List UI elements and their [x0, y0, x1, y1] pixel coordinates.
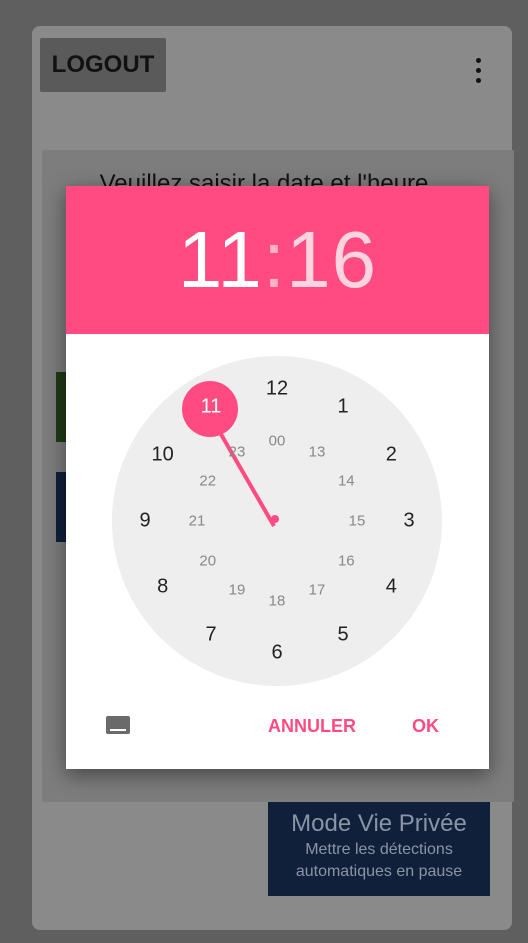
- time-display: 11:16: [66, 214, 489, 306]
- keyboard-icon[interactable]: [106, 716, 130, 734]
- privacy-mode-title: Mode Vie Privée: [291, 810, 467, 837]
- hour-10[interactable]: 10: [152, 444, 174, 467]
- logout-button[interactable]: LOGOUT: [40, 38, 166, 92]
- navy-tile-stub: [56, 472, 66, 542]
- hour-6[interactable]: 6: [271, 642, 282, 665]
- privacy-mode-tile[interactable]: Mode Vie Privée Mettre les détections au…: [268, 802, 490, 896]
- hour-15[interactable]: 15: [349, 513, 366, 530]
- clock-center: [271, 515, 279, 523]
- hour-1[interactable]: 1: [337, 395, 348, 418]
- privacy-mode-subtitle-2: automatiques en pause: [295, 863, 463, 880]
- clock-face[interactable]: 12 1 2 3 4 5 6 7 8 9 10 11 00 13 14 15 16 17 18 19 20 21 22 23: [112, 356, 442, 686]
- hour-16[interactable]: 16: [338, 553, 355, 570]
- hour-9[interactable]: 9: [139, 510, 150, 533]
- hour-18[interactable]: 18: [269, 593, 286, 610]
- hour-display[interactable]: 11: [178, 215, 263, 304]
- hour-14[interactable]: 14: [338, 473, 355, 490]
- hour-21[interactable]: 21: [189, 513, 206, 530]
- hour-00[interactable]: 00: [269, 433, 286, 450]
- privacy-mode-subtitle-1: Mettre les détections: [305, 841, 453, 858]
- hour-13[interactable]: 13: [309, 443, 326, 460]
- hour-19[interactable]: 19: [229, 582, 246, 599]
- hour-17[interactable]: 17: [309, 582, 326, 599]
- time-picker-header: 11:16: [66, 186, 489, 334]
- more-vertical-icon[interactable]: [472, 58, 484, 90]
- hour-7[interactable]: 7: [205, 624, 216, 647]
- time-separator: :: [262, 215, 287, 304]
- hour-3[interactable]: 3: [403, 510, 414, 533]
- minute-display[interactable]: 16: [286, 215, 377, 304]
- time-picker-dialog: 11:16 12 1 2 3 4 5 6 7 8 9 10 11 00 13 14 15 16 17 18 19 20 2…: [66, 186, 489, 769]
- hour-4[interactable]: 4: [386, 576, 397, 599]
- hour-22[interactable]: 22: [199, 473, 216, 490]
- hour-23[interactable]: 23: [229, 443, 246, 460]
- hour-2[interactable]: 2: [386, 444, 397, 467]
- green-tile-stub: [56, 372, 66, 442]
- hour-11[interactable]: 11: [201, 395, 222, 418]
- ok-button[interactable]: OK: [412, 716, 439, 737]
- hour-12[interactable]: 12: [266, 378, 288, 401]
- hour-8[interactable]: 8: [157, 576, 168, 599]
- hour-5[interactable]: 5: [337, 624, 348, 647]
- cancel-button[interactable]: ANNULER: [268, 716, 356, 737]
- hour-20[interactable]: 20: [199, 553, 216, 570]
